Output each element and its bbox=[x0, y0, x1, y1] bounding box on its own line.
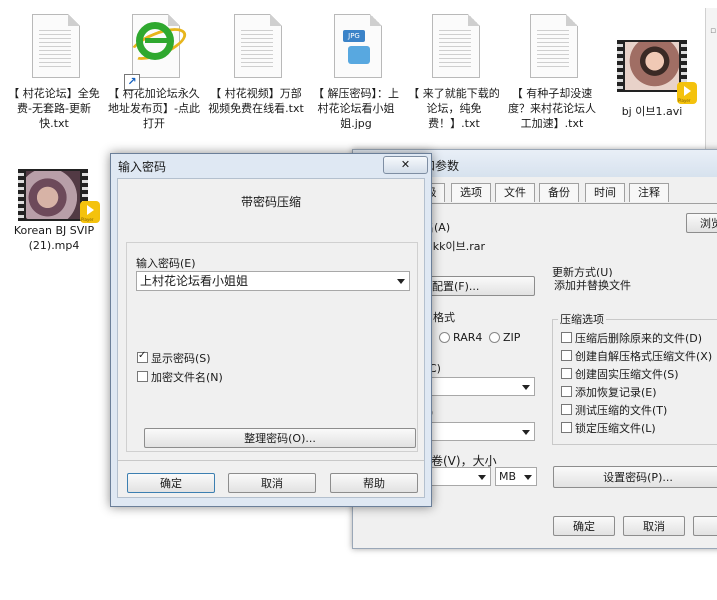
organize-passwords-button[interactable]: 整理密码(O)... bbox=[144, 428, 416, 448]
dialog-title: 输入密码 bbox=[118, 160, 167, 174]
format-rar4-radio[interactable] bbox=[439, 332, 450, 343]
compress-options-title: 压缩选项 bbox=[558, 311, 606, 327]
desktop-file-4[interactable]: JPG 【 解压密码】：上村花论坛看小姐姐.jpg bbox=[308, 8, 404, 131]
text-file-icon bbox=[226, 8, 286, 84]
test-files-checkbox[interactable] bbox=[561, 404, 572, 415]
tab-options[interactable]: 选项 bbox=[451, 183, 491, 202]
dialog-ok-button[interactable]: 确定 bbox=[127, 473, 215, 493]
lock-archive-label: 锁定压缩文件(L) bbox=[575, 422, 656, 435]
jpg-badge: JPG bbox=[343, 30, 365, 42]
dialog-cancel-button[interactable]: 取消 bbox=[228, 473, 316, 493]
show-password-label: 显示密码(S) bbox=[151, 352, 211, 365]
delete-after-checkbox[interactable] bbox=[561, 332, 572, 343]
encrypt-filenames-checkbox[interactable] bbox=[137, 371, 148, 382]
file-label: Korean BJ SVIP (21).mp4 bbox=[13, 224, 95, 252]
archive-cancel-button[interactable]: 取消 bbox=[623, 516, 685, 536]
archive-extra-button[interactable] bbox=[693, 516, 717, 536]
update-mode-value: 添加并替换文件 bbox=[554, 279, 631, 292]
set-password-button[interactable]: 设置密码(P)... bbox=[553, 466, 717, 488]
desktop-file-1[interactable]: 【 村花论坛】全免费-无套路-更新快.txt bbox=[6, 8, 102, 131]
file-label: 【 来了就能下载的论坛，纯免费！】.txt bbox=[408, 87, 500, 130]
encrypt-filenames-label: 加密文件名(N) bbox=[151, 371, 223, 384]
tab-backup[interactable]: 备份 bbox=[539, 183, 579, 202]
update-mode-select[interactable]: 添加并替换文件 bbox=[551, 277, 717, 296]
password-group: 输入密码(E) 上村花论坛看小姐姐 显示密码(S) 加密文件名(N) 整理密码(… bbox=[126, 242, 418, 452]
recovery-record-label: 添加恢复记录(E) bbox=[575, 386, 657, 399]
desktop-file-3[interactable]: 【 村花视频】万部视频免费在线看.txt bbox=[208, 8, 304, 116]
show-password-checkbox[interactable] bbox=[137, 350, 148, 363]
file-label: bj 이브1.avi bbox=[621, 105, 683, 118]
dialog-header: 带密码压缩 bbox=[118, 179, 424, 241]
close-icon: ✕ bbox=[400, 158, 411, 171]
tab-comment[interactable]: 注释 bbox=[629, 183, 669, 202]
format-label: 格式 bbox=[433, 311, 455, 324]
method-select[interactable] bbox=[423, 377, 535, 396]
image-file-icon: JPG bbox=[326, 8, 386, 84]
dialog-help-button[interactable]: 帮助 bbox=[330, 473, 418, 493]
edge-glyph: ▫ bbox=[710, 26, 717, 36]
file-label: 【 有种子却没速度？来村花论坛人工加速】.txt bbox=[508, 87, 596, 130]
edge-panel: ▫ bbox=[705, 8, 717, 168]
video-file-icon bbox=[617, 40, 697, 104]
file-label: 【 村花视频】万部视频免费在线看.txt bbox=[208, 87, 304, 115]
password-value: 上村花论坛看小姐姐 bbox=[140, 274, 249, 288]
dialog-body: 带密码压缩 输入密码(E) 上村花论坛看小姐姐 显示密码(S) 加密文件名(N)… bbox=[117, 178, 425, 498]
tab-time[interactable]: 时间 bbox=[585, 183, 625, 202]
format-zip-label: ZIP bbox=[503, 331, 521, 344]
lock-archive-checkbox[interactable] bbox=[561, 422, 572, 433]
test-files-label: 测试压缩的文件(T) bbox=[575, 404, 668, 417]
desktop-file-2[interactable]: ↗ 【 村花加论坛永久地址发布页】-点此打开 bbox=[106, 8, 202, 131]
solid-archive-label: 创建固实压缩文件(S) bbox=[575, 368, 679, 381]
password-dialog: 输入密码 ✕ 带密码压缩 输入密码(E) 上村花论坛看小姐姐 显示密码(S) 加… bbox=[110, 153, 432, 507]
archive-name-value[interactable]: alkk이브.rar bbox=[423, 238, 485, 254]
delete-after-label: 压缩后删除原来的文件(D) bbox=[575, 332, 703, 345]
text-file-icon bbox=[424, 8, 484, 84]
format-rar4-label: RAR4 bbox=[453, 331, 483, 344]
unit-value: MB bbox=[499, 470, 517, 483]
format-zip-radio[interactable] bbox=[489, 332, 500, 343]
create-sfx-checkbox[interactable] bbox=[561, 350, 572, 361]
dictionary-select[interactable] bbox=[423, 422, 535, 441]
chevron-down-icon bbox=[397, 279, 405, 284]
file-label: 【 村花加论坛永久地址发布页】-点此打开 bbox=[108, 87, 200, 130]
browse-button[interactable]: 浏览 bbox=[686, 213, 717, 233]
archive-ok-button[interactable]: 确定 bbox=[553, 516, 615, 536]
shortcut-arrow-icon: ↗ bbox=[124, 74, 140, 90]
password-label: 输入密码(E) bbox=[136, 257, 196, 270]
file-label: 【 村花论坛】全免费-无套路-更新快.txt bbox=[8, 87, 100, 130]
desktop-file-7[interactable]: bj 이브1.avi bbox=[602, 40, 702, 119]
text-file-icon bbox=[24, 8, 84, 84]
text-file-icon bbox=[522, 8, 582, 84]
desktop-file-8[interactable]: Korean BJ SVIP (21).mp4 bbox=[6, 165, 102, 253]
desktop-file-6[interactable]: 【 有种子却没速度？来村花论坛人工加速】.txt bbox=[504, 8, 600, 131]
ie-shortcut-icon: ↗ bbox=[124, 8, 191, 90]
dialog-heading: 带密码压缩 bbox=[240, 195, 301, 209]
split-size-input[interactable] bbox=[423, 467, 491, 486]
solid-archive-checkbox[interactable] bbox=[561, 368, 572, 379]
profile-button[interactable]: 配置(F)... bbox=[423, 276, 535, 296]
close-button[interactable]: ✕ bbox=[383, 156, 428, 174]
file-label: 【 解压密码】：上村花论坛看小姐姐.jpg bbox=[313, 87, 399, 130]
recovery-record-checkbox[interactable] bbox=[561, 386, 572, 397]
create-sfx-label: 创建自解压格式压缩文件(X) bbox=[575, 350, 713, 363]
unit-select[interactable]: MB bbox=[495, 467, 537, 486]
password-input[interactable]: 上村花论坛看小姐姐 bbox=[136, 271, 410, 291]
video-file-icon bbox=[18, 165, 100, 223]
desktop-file-5[interactable]: 【 来了就能下载的论坛，纯免费！】.txt bbox=[406, 8, 502, 131]
tab-files[interactable]: 文件 bbox=[495, 183, 535, 202]
